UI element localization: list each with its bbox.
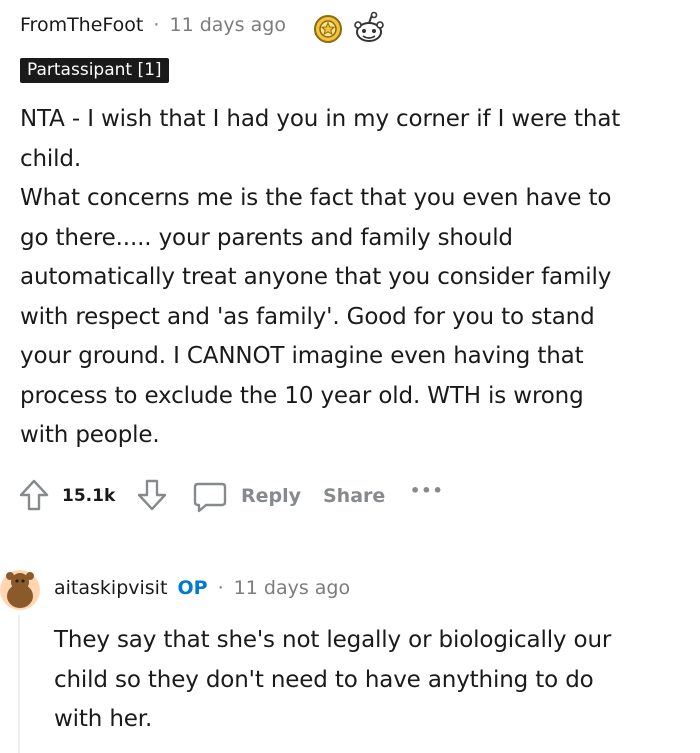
- comment-timestamp[interactable]: 11 days ago: [170, 14, 286, 36]
- reply-timestamp[interactable]: 11 days ago: [234, 577, 350, 599]
- more-options-button[interactable]: •••: [410, 481, 444, 500]
- op-badge: OP: [177, 577, 208, 599]
- meta-separator: ·: [217, 577, 224, 599]
- meta-separator: ·: [153, 14, 160, 36]
- vote-count: 15.1k: [62, 486, 116, 506]
- share-button[interactable]: Share: [323, 485, 385, 507]
- reply-username[interactable]: aitaskipvisit: [54, 577, 167, 599]
- reply-body: They say that she's not legally or biolo…: [54, 627, 612, 732]
- downvote-icon[interactable]: [136, 478, 168, 512]
- comment-bubble-icon[interactable]: [192, 480, 228, 514]
- comment-username[interactable]: FromTheFoot: [20, 14, 143, 36]
- upvote-icon[interactable]: [18, 478, 50, 512]
- award-medal-icon[interactable]: [312, 13, 344, 45]
- avatar[interactable]: [0, 562, 44, 616]
- comment-meta: FromTheFoot · 11 days ago: [20, 14, 286, 36]
- thread-line[interactable]: [18, 615, 20, 753]
- user-flair: Partassipant [1]: [20, 58, 169, 83]
- snoo-award-icon[interactable]: [352, 11, 386, 47]
- reply-button[interactable]: Reply: [241, 485, 301, 507]
- reply-meta: aitaskipvisit OP · 11 days ago: [54, 577, 350, 599]
- comment-body: NTA - I wish that I had you in my corner…: [20, 106, 621, 448]
